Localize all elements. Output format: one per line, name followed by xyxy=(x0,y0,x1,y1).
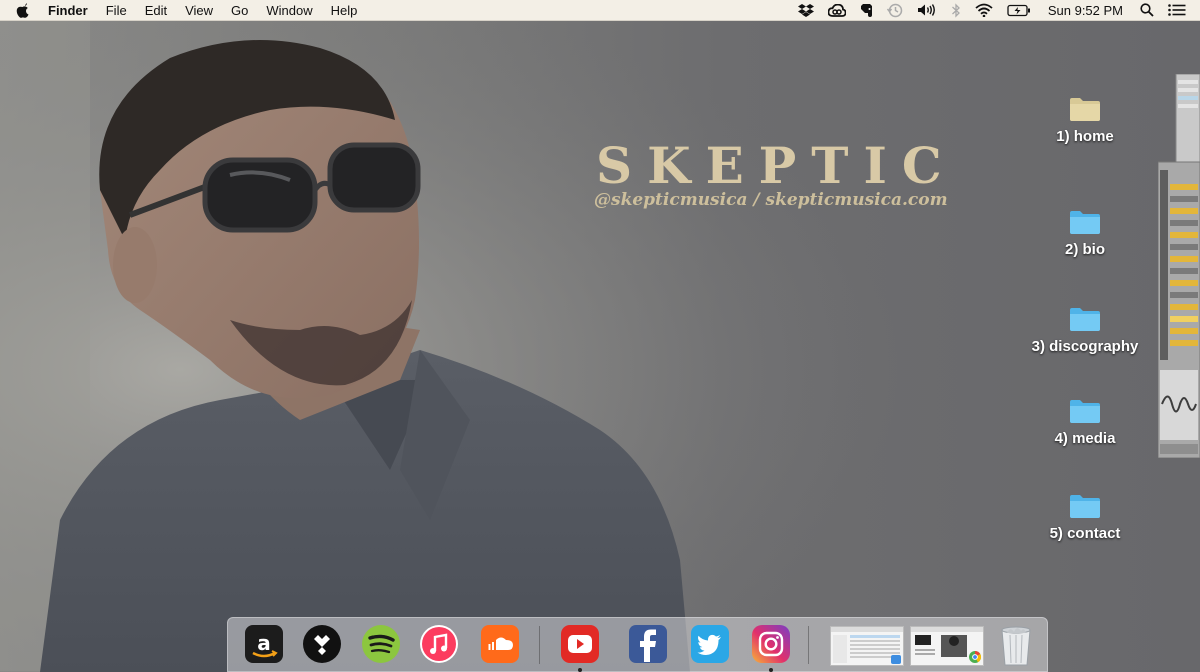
menu-go[interactable]: Go xyxy=(222,0,257,21)
menu-bar: Finder File Edit View Go Window Help Sun… xyxy=(0,0,1200,21)
soundcloud-icon[interactable] xyxy=(480,624,520,664)
menu-edit[interactable]: Edit xyxy=(136,0,176,21)
spotify-icon[interactable] xyxy=(361,624,401,664)
twitter-icon[interactable] xyxy=(690,624,730,664)
site-subtitle: @skepticmusica / skepticmusica.com xyxy=(594,190,948,210)
bluetooth-icon[interactable] xyxy=(944,0,968,21)
finder-window-thumbnail[interactable] xyxy=(830,626,904,666)
menu-help[interactable]: Help xyxy=(322,0,367,21)
side-app-window[interactable] xyxy=(1158,74,1200,458)
running-indicator xyxy=(769,668,773,672)
amazon-music-icon[interactable]: a xyxy=(244,624,284,664)
folder-icon xyxy=(1070,98,1100,121)
volume-icon[interactable] xyxy=(910,0,944,21)
evernote-icon[interactable] xyxy=(853,0,880,21)
youtube-icon[interactable] xyxy=(560,624,600,672)
desktop[interactable]: SKEPTIC @skepticmusica / skepticmusica.c… xyxy=(0,0,1200,672)
trash-icon[interactable] xyxy=(996,623,1036,666)
folder-label: 1) home xyxy=(1056,128,1114,145)
folder-icon xyxy=(1070,495,1100,518)
folder-icon xyxy=(1070,211,1100,234)
chrome-window-thumbnail[interactable] xyxy=(910,626,984,666)
folder-label: 3) discography xyxy=(1031,338,1139,355)
menu-view[interactable]: View xyxy=(176,0,222,21)
time-machine-icon[interactable] xyxy=(880,0,910,21)
site-title: SKEPTIC xyxy=(596,136,957,195)
dock-separator xyxy=(539,626,540,664)
battery-icon[interactable] xyxy=(1000,0,1038,21)
menu-window[interactable]: Window xyxy=(257,0,321,21)
running-indicator xyxy=(578,668,582,672)
itunes-icon[interactable] xyxy=(419,624,459,664)
notification-center-icon[interactable] xyxy=(1161,0,1200,21)
menu-clock[interactable]: Sun 9:52 PM xyxy=(1038,0,1133,21)
tidal-icon[interactable] xyxy=(302,624,342,664)
folder-icon xyxy=(1070,400,1100,423)
dock: a xyxy=(227,617,1048,672)
folder-bio[interactable]: 2) bio xyxy=(1015,209,1155,258)
folder-label: 5) contact xyxy=(1049,525,1121,542)
dropbox-icon[interactable] xyxy=(791,0,821,21)
folder-label: 2) bio xyxy=(1065,241,1105,258)
dock-separator xyxy=(808,626,809,664)
wifi-icon[interactable] xyxy=(968,0,1000,21)
spotlight-search-icon[interactable] xyxy=(1133,0,1161,21)
folder-discography[interactable]: 3) discography xyxy=(1015,306,1155,355)
svg-text:a: a xyxy=(257,631,271,655)
folder-home[interactable]: 1) home xyxy=(1015,96,1155,145)
app-menu-finder[interactable]: Finder xyxy=(39,0,97,21)
facebook-icon[interactable] xyxy=(628,624,668,664)
instagram-icon[interactable] xyxy=(751,624,791,672)
folder-media[interactable]: 4) media xyxy=(1015,398,1155,447)
folder-label: 4) media xyxy=(1054,430,1116,447)
creative-cloud-icon[interactable] xyxy=(821,0,853,21)
apple-menu-icon[interactable] xyxy=(0,2,39,18)
menu-file[interactable]: File xyxy=(97,0,136,21)
folder-contact[interactable]: 5) contact xyxy=(1015,493,1155,542)
folder-icon xyxy=(1070,308,1100,331)
